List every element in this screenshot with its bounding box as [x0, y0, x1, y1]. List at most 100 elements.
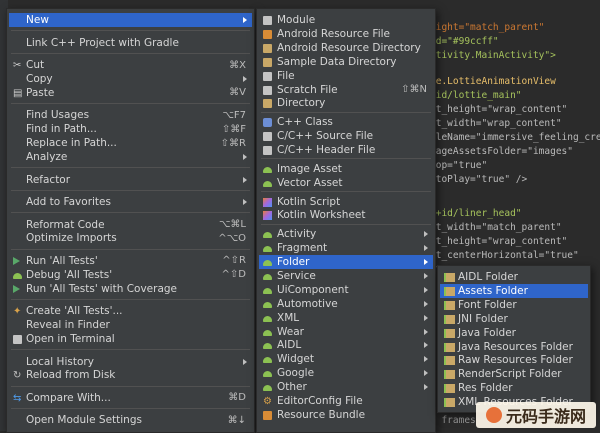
menu-item-compare-with[interactable]: ⇆ Compare With... ⌘D: [9, 391, 252, 405]
menu-item-font-folder[interactable]: Font Folder: [440, 298, 588, 312]
folder-icon: [263, 57, 272, 67]
menu-item-c-c-header-file[interactable]: C/C++ Header File: [259, 143, 433, 157]
menu-item-file[interactable]: File: [259, 69, 433, 83]
menu-item-java-resources-folder[interactable]: Java Resources Folder: [440, 340, 588, 354]
menu-item-service[interactable]: Service: [259, 269, 433, 283]
code-line: ut_centerHorizontal="true": [430, 250, 579, 261]
code-line: ileName="immersive_feeling_creat: [430, 132, 600, 143]
menu-separator: [261, 223, 431, 225]
android-icon: [263, 357, 272, 364]
menu-item-kotlin-script[interactable]: Kotlin Script: [259, 195, 433, 209]
menu-item-label: Reformat Code: [26, 218, 105, 231]
menu-item-refactor[interactable]: Refactor: [9, 173, 252, 187]
menu-separator: [261, 158, 431, 160]
menu-item-label: Reveal in Finder: [26, 319, 110, 332]
menu-item-label: C/C++ Header File: [277, 144, 376, 156]
menu-item-reformat-code[interactable]: Reformat Code ⌥⌘L: [9, 218, 252, 232]
submenu-arrow-icon: [243, 358, 247, 365]
menu-separator: [261, 191, 431, 193]
submenu-arrow-icon: [424, 300, 428, 307]
android-icon: [263, 385, 272, 392]
menu-item-editorconfig-file[interactable]: ⚙ EditorConfig File: [259, 394, 433, 408]
menu-item-res-folder[interactable]: Res Folder: [440, 381, 588, 395]
kotlin-icon: [263, 197, 272, 207]
menu-item-module[interactable]: Module: [259, 13, 433, 27]
menu-item-find-in-path[interactable]: Find in Path... ⇧⌘F: [9, 122, 252, 136]
menu-item-create-all-tests[interactable]: ✦ Create 'All Tests'...: [9, 304, 252, 318]
menu-item-cut[interactable]: ✂ Cut ⌘X: [9, 58, 252, 72]
menu-item-raw-resources-folder[interactable]: Raw Resources Folder: [440, 353, 588, 367]
menu-item-find-usages[interactable]: Find Usages ⌥F7: [9, 108, 252, 122]
menu-item-google[interactable]: Google: [259, 366, 433, 380]
menu-item-automotive[interactable]: Automotive: [259, 297, 433, 311]
menu-item-replace-in-path[interactable]: Replace in Path... ⇧⌘R: [9, 136, 252, 150]
menu-separator: [11, 385, 250, 387]
menu-item-java-folder[interactable]: Java Folder: [440, 326, 588, 340]
menu-item-other[interactable]: Other: [259, 380, 433, 394]
menu-item-reveal-in-finder[interactable]: Reveal in Finder: [9, 318, 252, 332]
menu-item-new[interactable]: New: [9, 13, 252, 27]
cpp-class-icon: [263, 118, 272, 128]
menu-item-c-c-source-file[interactable]: C/C++ Source File: [259, 129, 433, 143]
menu-item-renderscript-folder[interactable]: RenderScript Folder: [440, 367, 588, 381]
code-line: oop="true": [430, 160, 488, 171]
terminal-icon: [13, 335, 22, 344]
android-icon: [263, 246, 272, 253]
menu-item-open-in-terminal[interactable]: Open in Terminal: [9, 332, 252, 346]
menu-item-reload-from-disk[interactable]: ↻ Reload from Disk: [9, 368, 252, 382]
menu-item-assets-folder[interactable]: Assets Folder: [440, 283, 588, 298]
menu-item-kotlin-worksheet[interactable]: Kotlin Worksheet: [259, 208, 433, 222]
menu-item-directory[interactable]: Directory: [259, 96, 433, 110]
menu-item-add-to-favorites[interactable]: Add to Favorites: [9, 195, 252, 209]
menu-item-uicomponent[interactable]: UiComponent: [259, 283, 433, 297]
menu-item-c-class[interactable]: C++ Class: [259, 115, 433, 129]
menu-item-analyze[interactable]: Analyze: [9, 150, 252, 164]
menu-item-sample-data-directory[interactable]: Sample Data Directory: [259, 55, 433, 69]
menu-item-label: RenderScript Folder: [458, 368, 562, 381]
menu-item-folder[interactable]: Folder: [259, 255, 433, 269]
menu-item-android-resource-directory[interactable]: Android Resource Directory: [259, 41, 433, 55]
new-submenu: Module Android Resource File Android Resou…: [256, 8, 436, 433]
menu-separator: [11, 298, 250, 300]
menu-item-activity[interactable]: Activity: [259, 227, 433, 241]
menu-item-label: Compare With...: [26, 391, 111, 404]
menu-item-vector-asset[interactable]: Vector Asset: [259, 176, 433, 190]
menu-item-local-history[interactable]: Local History: [9, 355, 252, 369]
menu-item-android-resource-file[interactable]: Android Resource File: [259, 27, 433, 41]
code-line: ut_width="wrap_content": [430, 118, 562, 129]
menu-item-label: Widget: [277, 353, 314, 366]
folder-icon: [263, 43, 272, 53]
menu-item-image-asset[interactable]: Image Asset: [259, 162, 433, 176]
menu-item-label: Sample Data Directory: [277, 55, 397, 68]
menu-item-debug-all-tests[interactable]: Debug 'All Tests' ^⇧D: [9, 268, 252, 282]
menu-separator: [11, 408, 250, 410]
menu-item-optimize-imports[interactable]: Optimize Imports ^⌥O: [9, 231, 252, 245]
menu-item-label: Folder: [277, 256, 310, 268]
menu-separator: [11, 103, 250, 104]
menu-item-fragment[interactable]: Fragment: [259, 241, 433, 255]
menu-item-wear[interactable]: Wear: [259, 325, 433, 339]
menu-item-scratch-file[interactable]: Scratch File ⇧⌘N: [259, 83, 433, 97]
menu-item-widget[interactable]: Widget: [259, 352, 433, 366]
code-line: 1 frames: [430, 415, 476, 426]
submenu-arrow-icon: [243, 75, 247, 82]
menu-item-xml[interactable]: XML: [259, 311, 433, 325]
menu-item-open-module-settings[interactable]: Open Module Settings ⌘↓: [9, 413, 252, 427]
menu-item-label: AIDL Folder: [458, 271, 519, 283]
menu-item-label: Java Resources Folder: [458, 340, 573, 353]
file-icon: [263, 132, 272, 142]
menu-item-aidl-folder[interactable]: AIDL Folder: [440, 270, 588, 284]
menu-item-paste[interactable]: ▤ Paste ⌘V: [9, 86, 252, 100]
menu-item-copy[interactable]: Copy: [9, 72, 252, 86]
menu-item-jni-folder[interactable]: JNI Folder: [440, 312, 588, 326]
menu-item-run-all-tests[interactable]: Run 'All Tests' ^⇧R: [9, 254, 252, 268]
menu-item-resource-bundle[interactable]: Resource Bundle: [259, 408, 433, 422]
menu-item-aidl[interactable]: AIDL: [259, 338, 433, 352]
menu-item-link-c-project-with-gradle[interactable]: Link C++ Project with Gradle: [9, 36, 252, 50]
resource-file-icon: [263, 410, 272, 420]
file-icon: [263, 71, 272, 81]
menu-item-label: Other: [277, 381, 307, 394]
android-icon: [263, 273, 272, 280]
menu-item-run-all-tests-with-coverage[interactable]: Run 'All Tests' with Coverage: [9, 282, 252, 296]
menu-separator: [11, 189, 250, 191]
